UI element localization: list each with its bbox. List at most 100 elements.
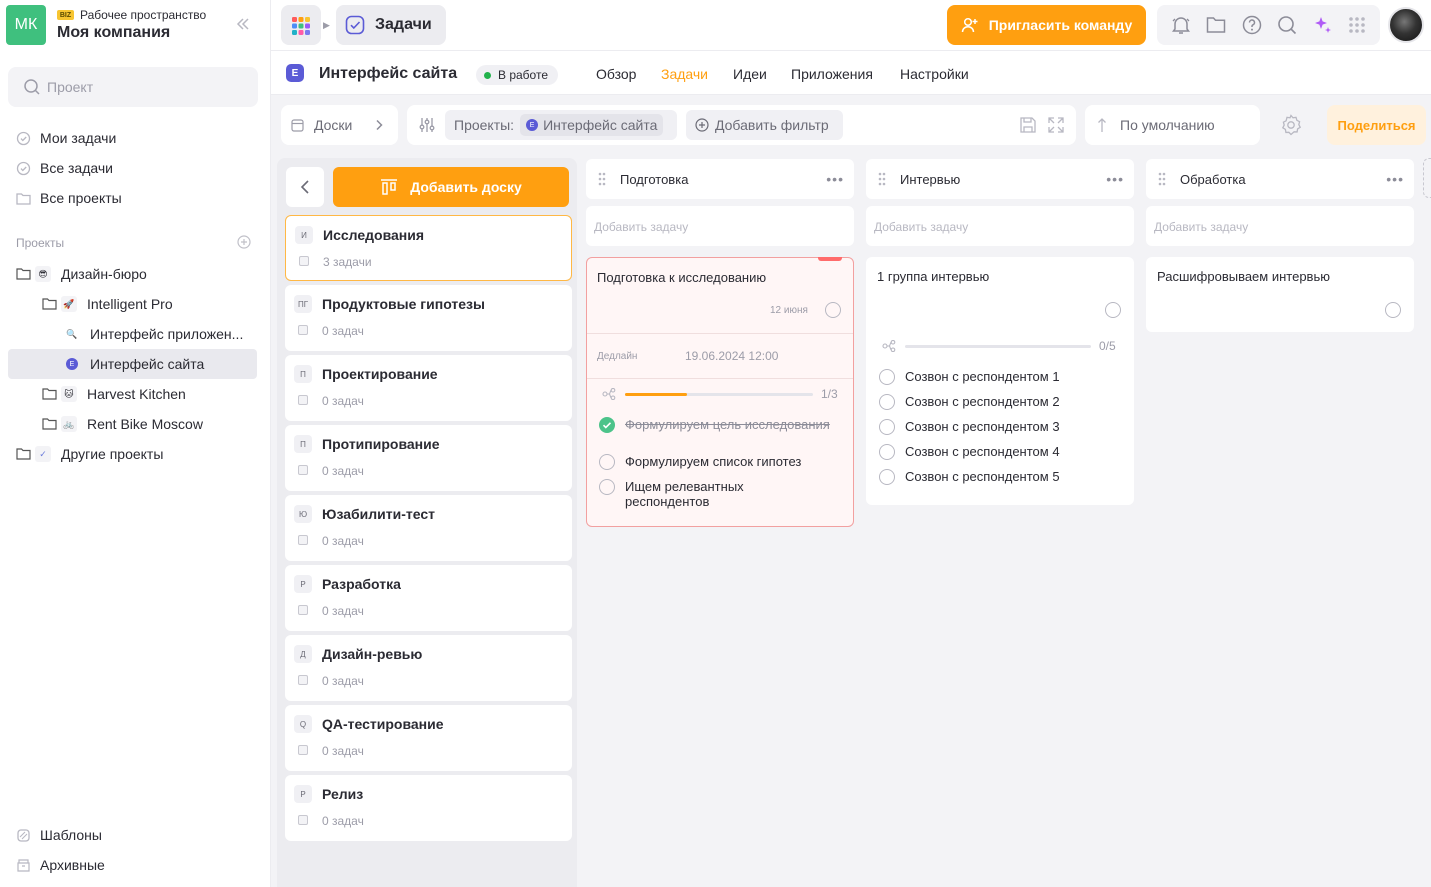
- drag-handle-icon[interactable]: [1158, 172, 1166, 186]
- board-name: Разработка: [322, 576, 401, 592]
- drag-handle-icon[interactable]: [878, 172, 886, 186]
- sidebar-item-label: Все задачи: [40, 160, 113, 176]
- column-header[interactable]: Обработка •••: [1146, 159, 1414, 199]
- subtask-item[interactable]: Созвон с респондентом 3: [879, 419, 1060, 435]
- project-title[interactable]: Интерфейс сайта: [319, 65, 457, 83]
- task-card[interactable]: 1 группа интервью 0/5 Созвон с респонден…: [866, 257, 1134, 505]
- sidebar-item-my-tasks[interactable]: Мои задачи: [16, 128, 116, 148]
- subtask-checkbox[interactable]: [879, 444, 895, 460]
- help-icon[interactable]: [1242, 15, 1262, 35]
- collapse-sidebar-icon[interactable]: [234, 15, 252, 33]
- board-item[interactable]: Р Разработка 0 задач: [285, 565, 572, 631]
- add-task-input[interactable]: Добавить задачу: [1146, 206, 1414, 246]
- filter-settings-icon[interactable]: [418, 116, 436, 134]
- horizontal-scroll-indicator[interactable]: [1423, 158, 1431, 198]
- subtask-checkbox[interactable]: [879, 394, 895, 410]
- add-task-input[interactable]: Добавить задачу: [586, 206, 854, 246]
- task-complete-checkbox[interactable]: [1105, 302, 1121, 318]
- tree-item-app-interface[interactable]: 🔍 Интерфейс приложен...: [8, 319, 257, 349]
- tree-item-site-interface[interactable]: E Интерфейс сайта: [8, 349, 257, 379]
- more-options-icon[interactable]: •••: [1386, 171, 1404, 187]
- status-badge[interactable]: В работе: [476, 65, 559, 85]
- tree-item-label: Интерфейс приложен...: [90, 326, 244, 342]
- workspace-name[interactable]: Моя компания: [57, 24, 170, 42]
- tab-ideas[interactable]: Идеи: [733, 66, 767, 82]
- tree-item-intelligent-pro[interactable]: 🚀 Intelligent Pro: [8, 289, 257, 319]
- board-item[interactable]: П Протипирование 0 задач: [285, 425, 572, 491]
- gear-icon[interactable]: [1280, 114, 1302, 136]
- more-options-icon[interactable]: •••: [1106, 171, 1124, 187]
- project-filter-chip[interactable]: Проекты: E Интерфейс сайта: [445, 110, 677, 140]
- subtask-checkbox[interactable]: [599, 454, 615, 470]
- project-chip[interactable]: E Интерфейс сайта: [520, 114, 664, 136]
- task-card[interactable]: Подготовка к исследованию 12 июня Дедлай…: [586, 257, 854, 527]
- board-item[interactable]: Р Релиз 0 задач: [285, 775, 572, 841]
- invite-team-button[interactable]: Пригласить команду: [947, 5, 1146, 45]
- user-avatar[interactable]: [1388, 7, 1424, 43]
- folder-icon: [16, 448, 31, 460]
- add-project-icon[interactable]: [237, 235, 251, 249]
- add-board-button[interactable]: Добавить доску: [333, 167, 569, 207]
- sidebar-item-archive[interactable]: Архивные: [16, 855, 105, 875]
- search-icon[interactable]: [1277, 15, 1297, 35]
- subtask-checkbox[interactable]: [879, 469, 895, 485]
- subtask-item[interactable]: Формулируем цель исследования: [599, 417, 839, 433]
- tab-overview[interactable]: Обзор: [596, 66, 636, 82]
- board-item[interactable]: И Исследования 3 задачи: [285, 215, 572, 281]
- sidebar-item-all-projects[interactable]: Все проекты: [16, 188, 122, 208]
- board-item[interactable]: П Проектирование 0 задач: [285, 355, 572, 421]
- subtask-item[interactable]: Формулируем список гипотез: [599, 454, 839, 470]
- add-task-input[interactable]: Добавить задачу: [866, 206, 1134, 246]
- tree-item-design-bureau[interactable]: 😎 Дизайн-бюро: [8, 259, 257, 289]
- folder-icon[interactable]: [1206, 16, 1226, 34]
- tree-item-rent-bike[interactable]: 🚲 Rent Bike Moscow: [8, 409, 257, 439]
- board-item[interactable]: Q QA-тестирование 0 задач: [285, 705, 572, 771]
- drag-handle-icon[interactable]: [598, 172, 606, 186]
- checked-circle-icon[interactable]: [599, 417, 615, 433]
- more-options-icon[interactable]: •••: [826, 171, 844, 187]
- subtask-checkbox[interactable]: [599, 479, 615, 495]
- subtask-item[interactable]: Созвон с респондентом 1: [879, 369, 1060, 385]
- sidebar-item-all-tasks[interactable]: Все задачи: [16, 158, 113, 178]
- apps-launcher-button[interactable]: [281, 5, 321, 45]
- workspace-avatar[interactable]: МК: [6, 5, 46, 45]
- tab-tasks[interactable]: Задачи: [661, 66, 708, 82]
- add-task-placeholder: Добавить задачу: [1154, 220, 1249, 234]
- subtask-item[interactable]: Созвон с респондентом 2: [879, 394, 1060, 410]
- expand-icon[interactable]: [1047, 116, 1065, 134]
- ai-sparkle-icon[interactable]: [1313, 15, 1333, 35]
- back-button[interactable]: [286, 167, 324, 207]
- subtask-checkbox[interactable]: [879, 369, 895, 385]
- board-item[interactable]: Д Дизайн-ревью 0 задач: [285, 635, 572, 701]
- subtask-item[interactable]: Ищем релевантных респондентов: [599, 479, 799, 509]
- bell-icon[interactable]: [1171, 15, 1191, 35]
- chevron-left-icon: [300, 179, 310, 195]
- board-item[interactable]: Ю Юзабилити-тест 0 задач: [285, 495, 572, 561]
- column-header[interactable]: Подготовка •••: [586, 159, 854, 199]
- subtask-item[interactable]: Созвон с респондентом 5: [879, 469, 1060, 485]
- subtask-checkbox[interactable]: [879, 419, 895, 435]
- sidebar-item-templates[interactable]: Шаблоны: [16, 825, 102, 845]
- board-item[interactable]: ПГ Продуктовые гипотезы 0 задач: [285, 285, 572, 351]
- sort-dropdown[interactable]: По умолчанию: [1085, 105, 1260, 145]
- tree-item-harvest-kitchen[interactable]: 🐱 Harvest Kitchen: [8, 379, 257, 409]
- board-letter: Д: [294, 645, 312, 663]
- save-icon[interactable]: [1019, 116, 1037, 134]
- section-breadcrumb-tasks[interactable]: Задачи: [336, 5, 446, 45]
- boards-toggle-button[interactable]: Доски: [281, 105, 398, 145]
- check-circle-icon: [16, 161, 31, 176]
- tree-item-other-projects[interactable]: ✓ Другие проекты: [8, 439, 257, 469]
- column-header[interactable]: Интервью •••: [866, 159, 1134, 199]
- task-complete-checkbox[interactable]: [825, 302, 841, 318]
- task-complete-checkbox[interactable]: [1385, 302, 1401, 318]
- folder-icon: [42, 388, 57, 400]
- subtask-item[interactable]: Созвон с респондентом 4: [879, 444, 1060, 460]
- add-filter-button[interactable]: Добавить фильтр: [686, 110, 843, 140]
- tab-settings[interactable]: Настройки: [900, 66, 969, 82]
- share-button[interactable]: Поделиться: [1327, 105, 1426, 145]
- tree-item-label: Rent Bike Moscow: [87, 416, 203, 432]
- project-search-input[interactable]: Проект: [8, 67, 258, 107]
- tab-apps[interactable]: Приложения: [791, 66, 873, 82]
- grid-menu-icon[interactable]: [1348, 16, 1366, 34]
- task-card[interactable]: Расшифровываем интервью: [1146, 257, 1414, 332]
